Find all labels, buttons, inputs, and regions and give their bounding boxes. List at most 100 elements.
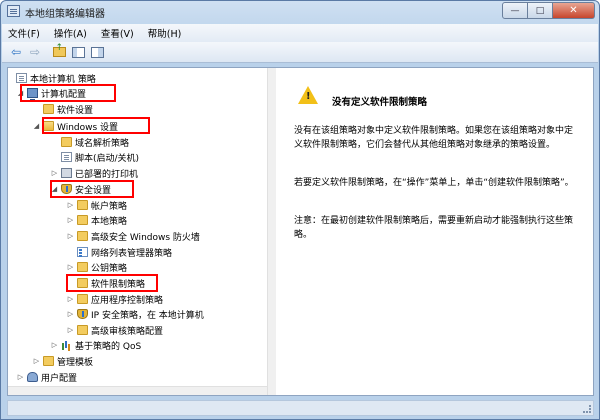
tree-item-label: 已部署的打印机 <box>75 169 139 180</box>
tree-item-software-settings[interactable]: 软件设置 <box>43 102 93 116</box>
menu-help[interactable]: 帮助(H) <box>148 26 182 40</box>
console-tree[interactable]: 本地计算机 策略 ◢ 计算机配置 软件设置 ◢ Windows 设置 域名解析策… <box>8 68 276 395</box>
tree-item-scripts[interactable]: 脚本(启动/关机) <box>61 150 139 164</box>
folder-open-icon <box>43 121 54 131</box>
details-paragraph: 没有在该组策略对象中定义软件限制策略。如果您在该组策略对象中定义软件限制策略，它… <box>294 126 574 150</box>
tree-item-label: 脚本(启动/关机) <box>75 153 140 164</box>
forward-button[interactable]: ⇨ <box>27 44 43 60</box>
folder-icon <box>43 356 54 366</box>
folder-icon <box>77 278 88 288</box>
main-window: 本地组策略编辑器 — □ ✕ 文件(F) 操作(A) 查看(V) 帮助(H) ⇦… <box>0 0 600 420</box>
tree-item-local-policy[interactable]: 本地计算机 策略 <box>16 71 96 85</box>
show-tree-icon <box>71 46 85 58</box>
expand-toggle-icon[interactable]: ◢ <box>16 89 25 97</box>
script-icon <box>61 152 72 162</box>
minimize-button[interactable]: — <box>502 2 528 19</box>
tree-item-software-restriction[interactable]: 软件限制策略 <box>77 276 145 290</box>
up-folder-icon <box>52 43 66 57</box>
tree-item-public-key[interactable]: ▷ 公钥策略 <box>66 260 127 274</box>
tree-item-label: Windows 设置 <box>57 122 119 133</box>
expand-toggle-icon[interactable]: ▷ <box>66 310 75 318</box>
show-hide-action-pane-button[interactable] <box>89 44 105 60</box>
qos-chart-icon <box>61 340 72 350</box>
tree-item-account-policy[interactable]: ▷ 帐户策略 <box>66 198 127 212</box>
menu-bar: 文件(F) 操作(A) 查看(V) 帮助(H) <box>2 24 598 42</box>
details-paragraph: 若要定义软件限制策略，在“操作”菜单上，单击“创建软件限制策略”。 <box>294 178 574 188</box>
expand-toggle-icon[interactable]: ▷ <box>16 373 25 381</box>
tree-item-computer-config[interactable]: ◢ 计算机配置 <box>16 86 87 101</box>
tree-item-network-list[interactable]: 网络列表管理器策略 <box>77 245 172 259</box>
tree-item-label: 管理模板 <box>57 357 94 368</box>
folder-icon <box>77 200 88 210</box>
folder-icon <box>77 262 88 272</box>
tree-item-advanced-audit[interactable]: ▷ 高级审核策略配置 <box>66 323 163 337</box>
expand-toggle-icon[interactable]: ▷ <box>66 232 75 240</box>
app-icon <box>7 5 20 17</box>
tree-item-label: 应用程序控制策略 <box>91 295 164 306</box>
expand-toggle-icon[interactable]: ▷ <box>50 169 59 177</box>
menu-action[interactable]: 操作(A) <box>54 26 87 40</box>
expand-toggle-icon[interactable]: ▷ <box>66 263 75 271</box>
tree-item-security-settings[interactable]: ◢ 安全设置 <box>50 182 111 196</box>
expand-toggle-icon[interactable]: ▷ <box>66 201 75 209</box>
close-button[interactable]: ✕ <box>553 2 595 19</box>
expand-toggle-icon[interactable]: ◢ <box>32 122 41 130</box>
tree-item-label: 安全设置 <box>75 185 112 196</box>
tree-item-label: 网络列表管理器策略 <box>91 248 173 259</box>
tree-vertical-scrollbar[interactable] <box>267 68 276 395</box>
users-icon <box>27 372 38 382</box>
expand-toggle-icon[interactable]: ▷ <box>66 295 75 303</box>
details-pane: ! 没有定义软件限制策略 没有在该组策略对象中定义软件限制策略。如果您在该组策略… <box>282 68 593 395</box>
tree-item-deployed-printers[interactable]: ▷ 已部署的打印机 <box>50 166 138 180</box>
tree-item-firewall[interactable]: ▷ 高级安全 Windows 防火墙 <box>66 229 200 243</box>
show-hide-tree-button[interactable] <box>70 44 86 60</box>
folder-icon <box>43 104 54 114</box>
expand-toggle-icon[interactable]: ▷ <box>32 357 41 365</box>
forward-arrow-icon: ⇨ <box>29 45 41 59</box>
back-arrow-icon: ⇦ <box>10 45 22 59</box>
tree-item-label: 软件限制策略 <box>91 279 146 290</box>
folder-icon <box>77 325 88 335</box>
printer-icon <box>61 168 72 178</box>
tree-item-label: 本地策略 <box>91 216 128 227</box>
tree-item-label: 高级安全 Windows 防火墙 <box>91 232 200 243</box>
window-controls: — □ ✕ <box>502 2 595 19</box>
back-button[interactable]: ⇦ <box>8 44 24 60</box>
tree-item-user-config[interactable]: ▷ 用户配置 <box>16 370 77 384</box>
window-title: 本地组策略编辑器 <box>25 9 105 20</box>
security-shield-icon <box>61 184 72 194</box>
expand-toggle-icon[interactable]: ▷ <box>66 326 75 334</box>
tree-item-qos[interactable]: ▷ 基于策略的 QoS <box>50 338 141 352</box>
tree-item-label: IP 安全策略，在 本地计算机 <box>91 310 204 321</box>
tree-horizontal-scrollbar[interactable] <box>8 386 267 395</box>
up-one-level-button[interactable] <box>51 43 67 60</box>
folder-icon <box>77 215 88 225</box>
expand-toggle-icon[interactable]: ◢ <box>50 185 59 193</box>
status-bar <box>7 400 594 416</box>
menu-file[interactable]: 文件(F) <box>8 26 40 40</box>
expand-toggle-icon[interactable]: ▷ <box>66 216 75 224</box>
warning-exclamation: ! <box>306 91 311 102</box>
toolbar: ⇦ ⇨ <box>2 42 598 63</box>
ip-security-icon <box>77 309 88 319</box>
folder-icon <box>77 294 88 304</box>
computer-icon <box>27 88 38 101</box>
title-bar[interactable]: 本地组策略编辑器 — □ ✕ <box>1 1 599 23</box>
tree-item-app-control[interactable]: ▷ 应用程序控制策略 <box>66 292 163 306</box>
tree-item-label: 域名解析策略 <box>75 138 130 149</box>
resize-grip-icon[interactable] <box>583 405 591 413</box>
tree-item-dns-policy[interactable]: 域名解析策略 <box>61 135 129 149</box>
expand-toggle-icon[interactable]: ▷ <box>50 341 59 349</box>
tree-item-label: 高级审核策略配置 <box>91 326 164 337</box>
tree-item-label: 计算机配置 <box>41 89 87 100</box>
tree-item-local-policies[interactable]: ▷ 本地策略 <box>66 213 127 227</box>
tree-item-label: 用户配置 <box>41 373 78 384</box>
network-list-icon <box>77 247 88 257</box>
menu-view[interactable]: 查看(V) <box>101 26 134 40</box>
tree-item-label: 基于策略的 QoS <box>75 341 142 352</box>
tree-item-admin-templates[interactable]: ▷ 管理模板 <box>32 354 93 368</box>
tree-item-windows-settings[interactable]: ◢ Windows 设置 <box>32 119 118 133</box>
tree-item-ip-security[interactable]: ▷ IP 安全策略，在 本地计算机 <box>66 307 204 321</box>
folder-icon <box>61 137 72 147</box>
maximize-button[interactable]: □ <box>528 2 553 19</box>
